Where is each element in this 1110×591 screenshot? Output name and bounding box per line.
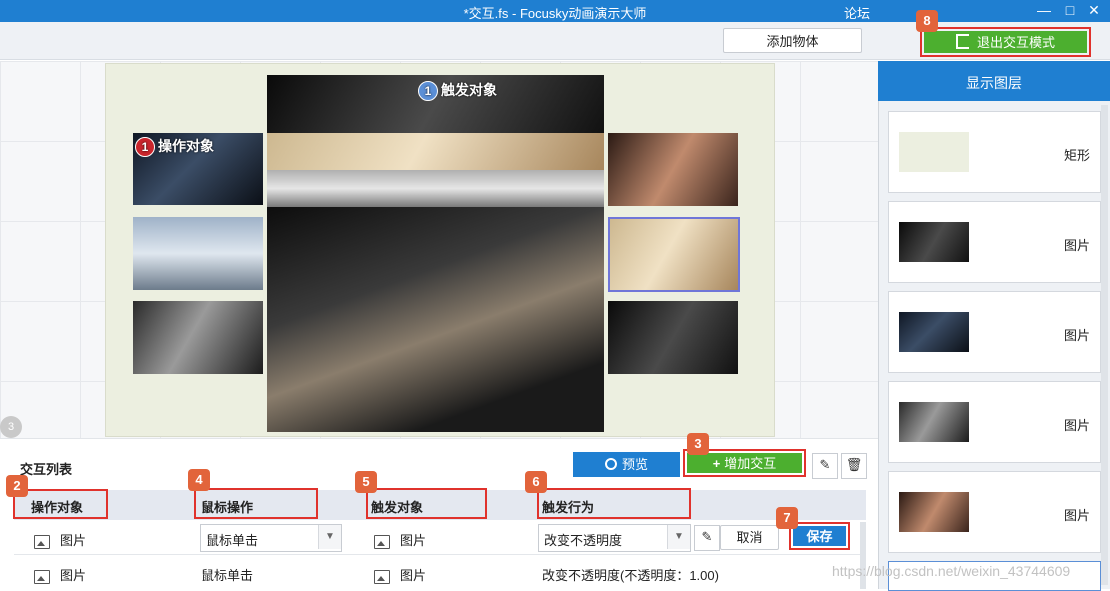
chevron-down-icon: ▼: [318, 525, 341, 549]
column-header-trigger: 触发对象: [371, 500, 424, 515]
layer-item[interactable]: 图片: [888, 471, 1101, 553]
image-icon: [374, 534, 390, 549]
watermark: https://blog.csdn.net/weixin_43744609: [832, 563, 1071, 579]
number-badge-blue: 1: [418, 81, 438, 101]
exit-mode-highlight: 退出交互模式: [920, 27, 1091, 57]
canvas-circle-3: 3: [0, 416, 22, 438]
layer-scrollbar[interactable]: [1101, 105, 1108, 585]
column-header-operate: 操作对象: [31, 500, 84, 515]
photo-operate-object[interactable]: 1 操作对象: [133, 133, 263, 205]
window-title: *交互.fs - Focusky动画演示大师: [463, 6, 647, 21]
step-badge-6: 6: [525, 471, 547, 493]
step-badge-4: 4: [188, 469, 210, 491]
step-badge-8: 8: [916, 10, 938, 32]
number-badge-red: 1: [135, 137, 155, 157]
step-badge-7: 7: [776, 507, 798, 529]
maximize-button[interactable]: □: [1058, 0, 1082, 22]
exit-icon: [955, 34, 969, 49]
layer-item[interactable]: 图片: [888, 381, 1101, 463]
exit-interaction-mode-button[interactable]: 退出交互模式: [924, 31, 1087, 53]
column-header-behavior: 触发行为: [542, 500, 595, 515]
behavior-edit-icon[interactable]: ✎: [694, 525, 720, 551]
layer-type: 图片: [1063, 418, 1090, 433]
operate-object-label: 1 操作对象: [135, 136, 214, 157]
minimize-button[interactable]: —: [1032, 0, 1056, 22]
layer-type: 图片: [1063, 508, 1090, 523]
step-badge-5: 5: [355, 471, 377, 493]
exit-mode-label: 退出交互模式: [976, 35, 1055, 50]
layer-thumbnail: [899, 312, 969, 352]
layer-thumbnail: [899, 492, 969, 532]
close-button[interactable]: ✕: [1082, 0, 1106, 22]
mouse-action-select[interactable]: 鼠标单击 ▼: [200, 524, 342, 552]
layer-item[interactable]: 图片: [888, 201, 1101, 283]
photo-center-2[interactable]: [267, 133, 604, 170]
preview-button[interactable]: 预览: [573, 452, 680, 477]
row2-mouse-action: 鼠标单击: [201, 568, 254, 583]
photo-left-2[interactable]: [133, 217, 263, 290]
layer-item[interactable]: 图片: [888, 291, 1101, 373]
row-operate-object: 图片: [34, 530, 86, 549]
chevron-down-icon: ▼: [667, 525, 690, 549]
search-icon: [604, 458, 617, 470]
image-icon: [34, 534, 50, 549]
mouse-action-value: 鼠标单击: [206, 533, 259, 548]
photo-center-main[interactable]: [267, 207, 604, 432]
layer-thumbnail: [899, 402, 969, 442]
row2-operate-object: 图片: [34, 565, 86, 584]
photo-center-3[interactable]: [267, 170, 604, 207]
add-interaction-button[interactable]: + 增加交互: [687, 453, 802, 473]
row2-trigger-object: 图片: [374, 565, 426, 584]
photo-right-2-selected[interactable]: [608, 217, 740, 292]
image-icon: [34, 569, 50, 584]
row2-behavior: 改变不透明度(不透明度：1.00): [542, 568, 719, 583]
edit-icon[interactable]: ✎: [812, 453, 838, 479]
forum-link[interactable]: 论坛: [844, 3, 870, 22]
layer-panel-header[interactable]: 显示图层: [878, 61, 1110, 101]
plus-icon: +: [712, 456, 721, 471]
save-highlight: 保存: [789, 522, 850, 550]
layer-type: 图片: [1063, 238, 1090, 253]
layer-type: 矩形: [1063, 148, 1090, 163]
behavior-select[interactable]: 改变不透明度 ▼: [538, 524, 691, 552]
interaction-list-title: 交互列表: [20, 462, 73, 477]
layer-thumbnail: [899, 132, 969, 172]
trigger-object-label: 1 触发对象: [418, 80, 497, 101]
row-trigger-object[interactable]: 图片: [374, 530, 426, 549]
layer-thumbnail: [899, 222, 969, 262]
delete-icon[interactable]: 🗑: [841, 453, 867, 479]
save-button[interactable]: 保存: [793, 526, 846, 546]
photo-trigger-object[interactable]: 1 触发对象: [267, 75, 604, 133]
layer-type: 图片: [1063, 328, 1090, 343]
slide[interactable]: 1 操作对象 1 触发对象: [105, 63, 775, 437]
step-badge-3: 3: [687, 433, 709, 455]
step-badge-2: 2: [6, 475, 28, 497]
photo-right-3[interactable]: [608, 301, 738, 374]
add-object-button[interactable]: 添加物体: [723, 28, 862, 53]
image-icon: [374, 569, 390, 584]
cancel-button[interactable]: 取消: [720, 525, 779, 550]
column-header-mouse: 鼠标操作: [201, 500, 254, 515]
layer-item[interactable]: 矩形: [888, 111, 1101, 193]
photo-right-1[interactable]: [608, 133, 738, 206]
photo-left-3[interactable]: [133, 301, 263, 374]
title-bar: *交互.fs - Focusky动画演示大师 论坛 — □ ✕: [0, 0, 1110, 22]
behavior-value: 改变不透明度: [544, 533, 623, 548]
